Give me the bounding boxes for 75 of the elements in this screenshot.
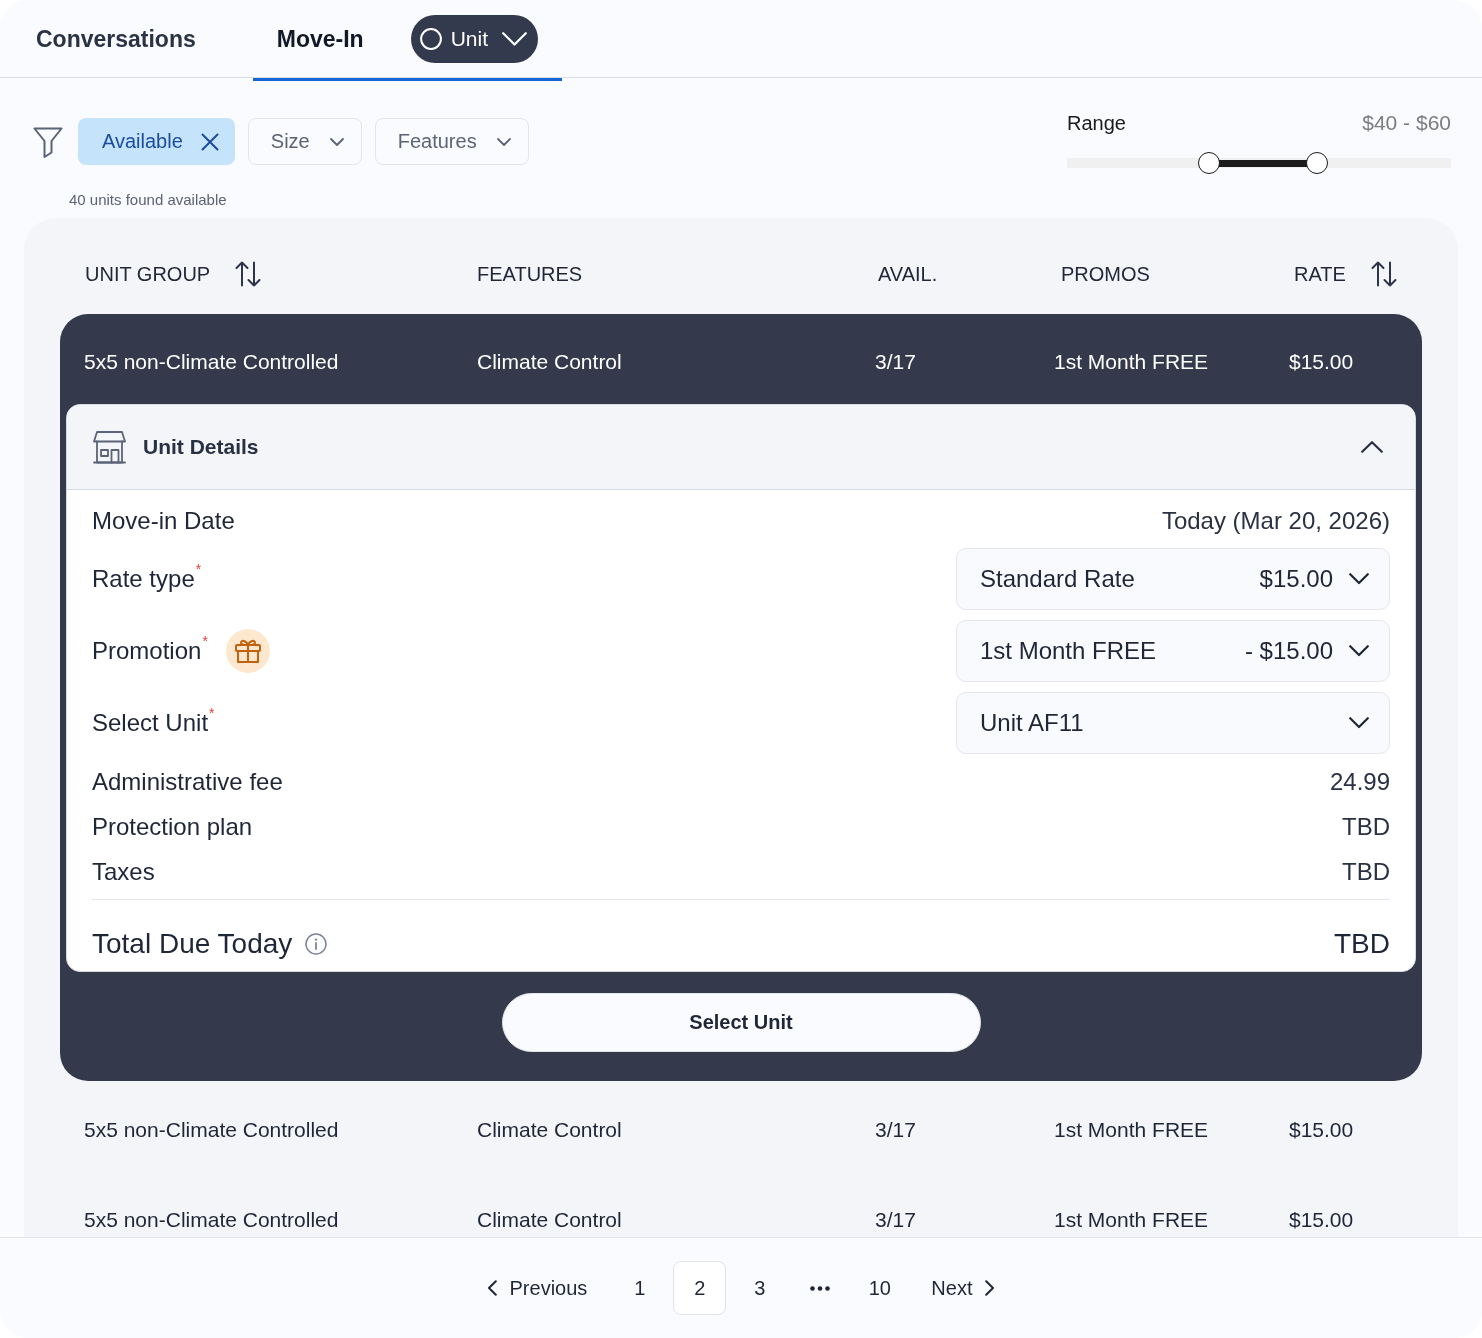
- sort-icon: [1370, 261, 1397, 287]
- table-cell: Climate Control: [477, 350, 622, 374]
- chevron-left-icon: [486, 1280, 497, 1296]
- field-label: Select Unit$^{*}$: [92, 709, 215, 737]
- column-header: FEATURES: [477, 262, 583, 286]
- select-unit-button[interactable]: Select Unit: [501, 993, 981, 1052]
- slider-thumb[interactable]: [1305, 152, 1328, 174]
- table-cell: $15.00: [1289, 350, 1354, 374]
- chevron-down-icon: [1349, 573, 1369, 585]
- field-label: Administrative fee: [92, 767, 283, 796]
- chevron-up-icon[interactable]: [1361, 441, 1383, 453]
- slider-thumb[interactable]: [1198, 152, 1221, 174]
- table-cell: 3/17: [875, 1208, 916, 1232]
- column-header[interactable]: RATE: [1294, 261, 1397, 287]
- field-label: Taxes: [92, 857, 155, 886]
- range-value: $40 - $60: [1362, 111, 1451, 135]
- table-cell: 5x5 non-Climate Controlled: [84, 350, 339, 374]
- field-value: TBD: [1342, 812, 1390, 841]
- column-header: PROMOS: [1061, 262, 1150, 286]
- chevron-right-icon: [985, 1280, 996, 1296]
- close-icon[interactable]: [200, 132, 219, 151]
- select-field[interactable]: Unit AF11: [956, 692, 1390, 754]
- unit-dropdown[interactable]: Unit: [410, 15, 538, 63]
- total-label: Total Due Today: [92, 927, 293, 960]
- filter-chip[interactable]: Available: [78, 118, 235, 165]
- details-header[interactable]: Unit Details: [67, 405, 1415, 490]
- table-cell: 1st Month FREE: [1054, 1208, 1209, 1232]
- select-field[interactable]: 1st Month FREE - $15.00: [956, 620, 1390, 682]
- page-button[interactable]: 2: [673, 1261, 727, 1315]
- select-field[interactable]: Standard Rate $15.00: [956, 548, 1390, 610]
- circle-icon: [419, 28, 442, 50]
- previous-button[interactable]: Previous: [474, 1261, 607, 1315]
- field-value: TBD: [1342, 857, 1390, 886]
- gift-icon: [225, 629, 270, 673]
- info-icon[interactable]: [305, 932, 328, 955]
- tab[interactable]: Move-In Unit: [252, 0, 562, 81]
- field-value: 24.99: [1329, 767, 1390, 796]
- chevron-down-icon: [1349, 717, 1369, 729]
- chevron-down-icon: [496, 137, 511, 146]
- field-label: Promotion$^{*}$: [92, 637, 208, 665]
- chevron-down-icon: [502, 32, 527, 46]
- next-button[interactable]: Next: [913, 1261, 1008, 1315]
- tab[interactable]: Conversations: [12, 0, 220, 81]
- expanded-row[interactable]: [60, 314, 1422, 1081]
- column-header[interactable]: UNIT GROUP: [85, 261, 262, 287]
- filter-icon[interactable]: [33, 125, 63, 158]
- table-cell: 1st Month FREE: [1054, 1118, 1209, 1142]
- table-cell: 3/17: [875, 350, 916, 374]
- table-cell: 1st Month FREE: [1054, 350, 1209, 374]
- table-cell: Climate Control: [477, 1118, 622, 1142]
- page-button[interactable]: 10: [853, 1261, 907, 1315]
- table-cell: $15.00: [1289, 1208, 1354, 1232]
- sort-icon: [235, 261, 262, 287]
- filter-dropdown[interactable]: Size: [247, 118, 362, 165]
- storefront-icon: [93, 430, 126, 464]
- chevron-down-icon: [329, 137, 344, 146]
- range-label: Range: [1067, 111, 1126, 135]
- page-button[interactable]: 1: [613, 1261, 667, 1315]
- table-cell: 5x5 non-Climate Controlled: [84, 1118, 339, 1142]
- total-value: TBD: [1334, 927, 1390, 960]
- details-title: Unit Details: [143, 435, 259, 459]
- ellipsis-icon[interactable]: [809, 1285, 830, 1291]
- field-label: Protection plan: [92, 812, 253, 841]
- table-cell: Climate Control: [477, 1208, 622, 1232]
- field-label: Move-in Date: [92, 506, 235, 535]
- column-header: AVAIL.: [878, 262, 938, 286]
- table-cell: $15.00: [1289, 1118, 1354, 1142]
- filter-dropdown[interactable]: Features: [374, 118, 529, 165]
- page-button[interactable]: 3: [733, 1261, 787, 1315]
- field-label: Rate type$^{*}$: [92, 565, 202, 593]
- table-cell: 5x5 non-Climate Controlled: [84, 1208, 339, 1232]
- table-cell: 3/17: [875, 1118, 916, 1142]
- chevron-down-icon: [1349, 645, 1369, 657]
- results-count: 40 units found available: [69, 191, 228, 209]
- field-value: Today (Mar 20, 2026): [1161, 506, 1390, 535]
